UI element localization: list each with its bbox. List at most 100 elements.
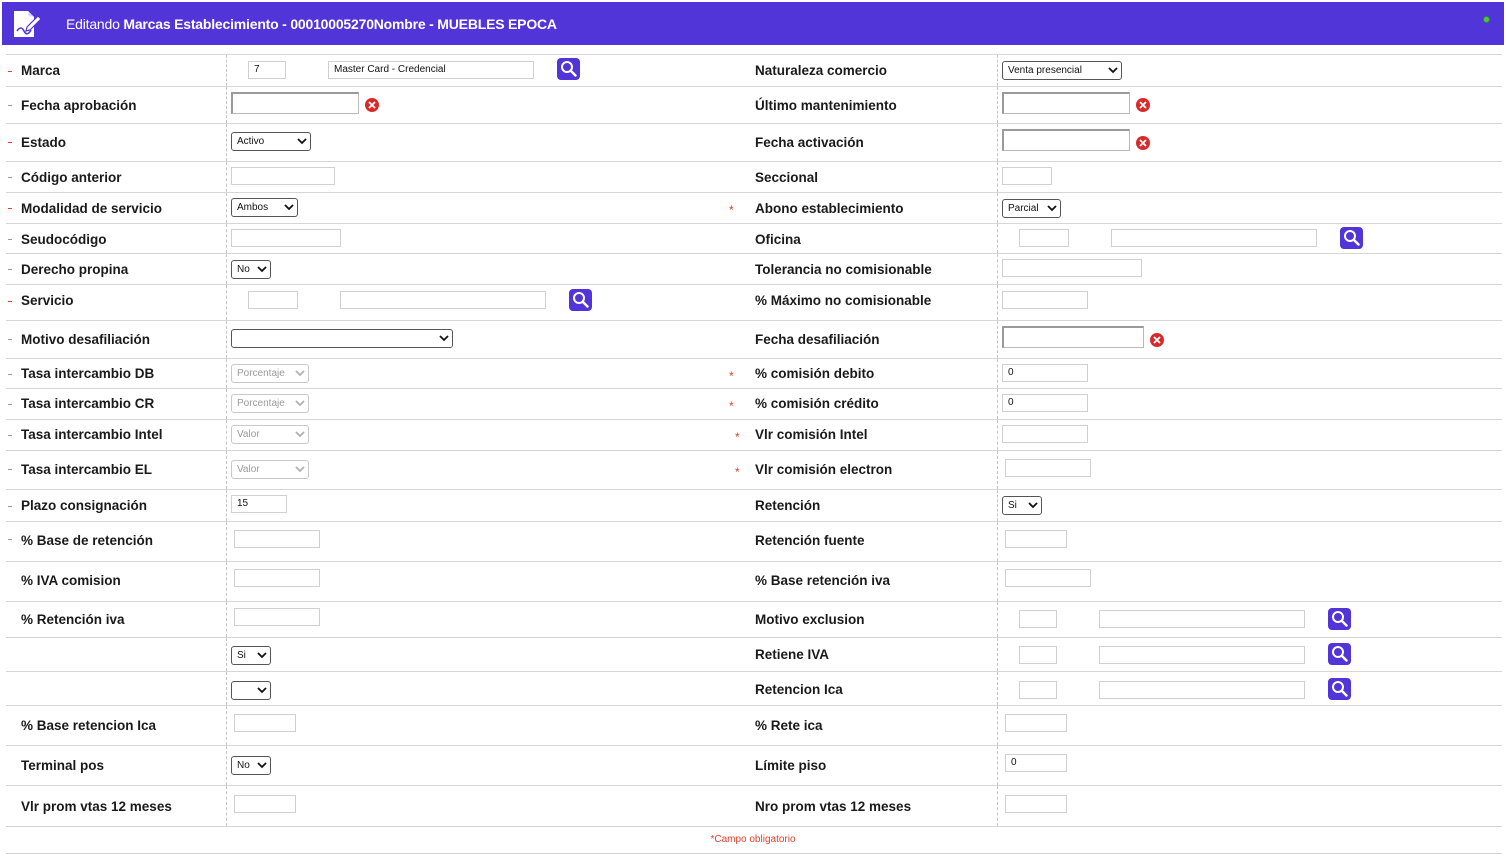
vlr-comision-electron-input[interactable]: [1005, 459, 1091, 477]
tasa-intercambio-cr-select[interactable]: Porcentaje: [231, 394, 309, 413]
tasa-intercambio-cr-value: Porcentaje: [237, 398, 285, 409]
retiene-iva-search-button[interactable]: [1328, 643, 1351, 665]
ultimo-mantenimiento-clear-button[interactable]: [1136, 98, 1150, 112]
limite-piso-input[interactable]: 0: [1005, 754, 1067, 772]
tasa-intercambio-intel-select[interactable]: Valor: [231, 425, 309, 444]
tolerancia-no-comisionable-input[interactable]: [1002, 259, 1142, 277]
label-fecha-activacion: Fecha activación: [755, 135, 864, 150]
label-fecha-desafiliacion: Fecha desafiliación: [755, 332, 880, 347]
fecha-aprobacion-input[interactable]: [231, 92, 359, 114]
rete-ica-input[interactable]: [1005, 714, 1067, 732]
estado-value: Activo: [237, 136, 265, 147]
retencion-ica-name-input[interactable]: [1099, 681, 1305, 699]
unnamed-empty-select[interactable]: [231, 681, 271, 700]
seccional-input[interactable]: [1002, 167, 1052, 185]
form-row-modalidad: Modalidad de servicio Ambos * Abono esta…: [6, 193, 1502, 224]
marca-name-input[interactable]: Master Card - Credencial: [328, 61, 534, 79]
iva-comision-input[interactable]: [234, 569, 320, 587]
motivo-exclusion-code-input[interactable]: [1019, 610, 1057, 628]
label-derecho-propina: Derecho propina: [21, 262, 129, 277]
unnamed-si-select[interactable]: Si: [231, 646, 271, 665]
modalidad-servicio-select[interactable]: Ambos: [231, 198, 298, 217]
retencion-value: Si: [1008, 500, 1017, 511]
status-dot-icon: [1483, 16, 1490, 23]
terminal-pos-select[interactable]: No: [231, 756, 271, 775]
derecho-propina-value: No: [237, 264, 250, 275]
servicio-code-input[interactable]: [248, 291, 298, 309]
oficina-code-input[interactable]: [1019, 229, 1069, 247]
retencion-ica-code-input[interactable]: [1019, 681, 1057, 699]
base-retencion-input[interactable]: [234, 530, 320, 548]
form-row-base-retencion-ica: % Base retencion Ica % Rete ica: [6, 706, 1502, 746]
retencion-fuente-input[interactable]: [1005, 530, 1067, 548]
label-tasa-intercambio-intel: Tasa intercambio Intel: [21, 427, 163, 442]
tasa-intercambio-el-value: Valor: [237, 464, 260, 475]
retencion-iva-input[interactable]: [234, 608, 320, 626]
retiene-iva-name-input[interactable]: [1099, 646, 1305, 664]
retiene-iva-code-input[interactable]: [1019, 646, 1057, 664]
motivo-exclusion-name-input[interactable]: [1099, 610, 1305, 628]
form-row-iva-comision: % IVA comision % Base retención iva: [6, 562, 1502, 602]
fecha-activacion-clear-button[interactable]: [1136, 136, 1150, 150]
form-row-seudocodigo: Seudocódigo Oficina: [6, 224, 1502, 254]
label-comision-credito: % comisión crédito: [755, 396, 879, 411]
fecha-desafiliacion-clear-button[interactable]: [1150, 333, 1164, 347]
search-icon: [561, 61, 577, 77]
base-retencion-iva-input[interactable]: [1005, 569, 1091, 587]
maximo-no-comisionable-input[interactable]: [1002, 291, 1088, 309]
label-modalidad-servicio: Modalidad de servicio: [21, 201, 163, 216]
chevron-down-icon: [295, 370, 305, 377]
plazo-consignacion-input[interactable]: 15: [231, 495, 287, 513]
motivo-exclusion-search-button[interactable]: [1328, 608, 1351, 630]
servicio-search-button[interactable]: [569, 289, 592, 311]
codigo-anterior-input[interactable]: [231, 167, 335, 185]
form-row-retiene-iva: Si Retiene IVA: [6, 638, 1502, 672]
tasa-intercambio-db-select[interactable]: Porcentaje: [231, 364, 309, 383]
label-tolerancia-no-comisionable: Tolerancia no comisionable: [755, 262, 932, 277]
retencion-select[interactable]: Si: [1002, 496, 1042, 515]
fecha-desafiliacion-input[interactable]: [1002, 326, 1144, 348]
form-row-terminal-pos: Terminal pos No Límite piso 0: [6, 746, 1502, 786]
search-icon: [573, 292, 589, 308]
seudocodigo-input[interactable]: [231, 229, 341, 247]
chevron-down-icon: [257, 266, 267, 273]
comision-credito-input[interactable]: 0: [1002, 394, 1088, 412]
derecho-propina-select[interactable]: No: [231, 260, 271, 279]
marca-search-button[interactable]: [557, 58, 580, 80]
required-asterisk: *: [735, 465, 740, 479]
abono-establecimiento-select[interactable]: Parcial: [1002, 199, 1061, 218]
label-abono-establecimiento: Abono establecimiento: [755, 201, 904, 216]
vlr-prom-vtas-input[interactable]: [234, 795, 296, 813]
label-retencion: Retención: [755, 498, 821, 513]
marca-code-input[interactable]: 7: [248, 61, 286, 79]
chevron-down-icon: [297, 138, 307, 145]
label-limite-piso: Límite piso: [755, 758, 827, 773]
label-iva-comision: % IVA comision: [21, 573, 121, 588]
fecha-activacion-input[interactable]: [1002, 129, 1130, 151]
chevron-down-icon: [1028, 502, 1038, 509]
nro-prom-vtas-input[interactable]: [1005, 795, 1067, 813]
abono-establecimiento-value: Parcial: [1008, 203, 1039, 214]
form-row-retencion-ica: Retencion Ica: [6, 672, 1502, 706]
fecha-aprobacion-clear-button[interactable]: [365, 98, 379, 112]
base-retencion-ica-input[interactable]: [234, 714, 296, 732]
vlr-comision-intel-input[interactable]: [1002, 425, 1088, 443]
form-row-desafiliacion: Motivo desafiliación Fecha desafiliación: [6, 321, 1502, 359]
ultimo-mantenimiento-input[interactable]: [1002, 92, 1130, 114]
estado-select[interactable]: Activo: [231, 132, 311, 151]
oficina-name-input[interactable]: [1111, 229, 1317, 247]
label-base-retencion-iva: % Base retención iva: [755, 573, 891, 588]
servicio-name-input[interactable]: [340, 291, 546, 309]
title-entity: Marcas Establecimiento - 00010005270Nomb…: [123, 16, 557, 32]
tasa-intercambio-el-select[interactable]: Valor: [231, 460, 309, 479]
oficina-search-button[interactable]: [1340, 227, 1363, 249]
label-base-retencion: % Base de retención: [21, 533, 154, 548]
required-asterisk: *: [729, 369, 734, 383]
naturaleza-comercio-select[interactable]: Venta presencial: [1002, 61, 1122, 80]
label-oficina: Oficina: [755, 232, 801, 247]
motivo-desafiliacion-select[interactable]: [231, 329, 453, 348]
search-icon: [1344, 230, 1360, 246]
label-retencion-ica: Retencion Ica: [755, 682, 843, 697]
comision-debito-input[interactable]: 0: [1002, 364, 1088, 382]
retencion-ica-search-button[interactable]: [1328, 678, 1351, 700]
